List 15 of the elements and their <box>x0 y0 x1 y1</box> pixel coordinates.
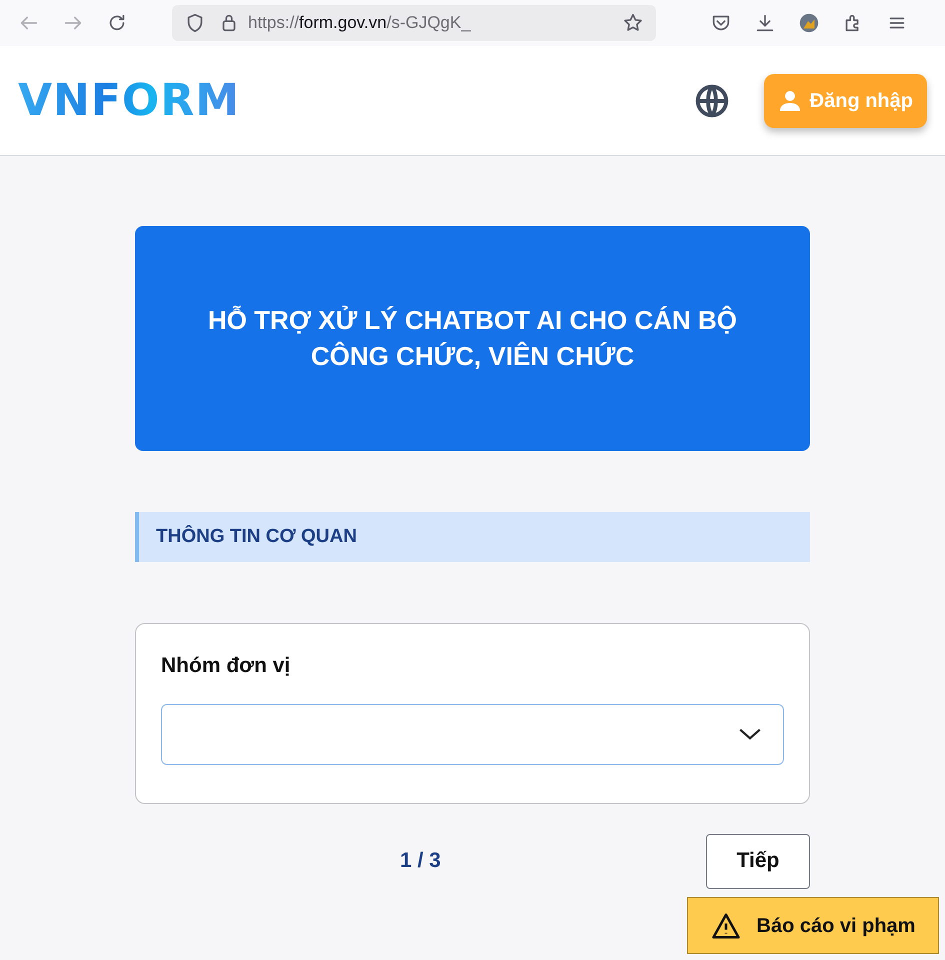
field-label: Nhóm đơn vị <box>161 653 292 679</box>
user-icon <box>778 88 802 112</box>
next-button[interactable]: Tiếp <box>706 834 810 888</box>
url-text: https://form.gov.vn/s-GJQgK_ <box>248 12 471 34</box>
report-button[interactable]: Báo cáo vi phạm <box>687 897 939 954</box>
globe-icon[interactable] <box>694 82 730 118</box>
select-field[interactable] <box>161 704 784 764</box>
banner-title: HỖ TRỢ XỬ LÝ CHATBOT AI CHO CÁN BỘ CÔNG CHỨC, VIÊN CHỨC <box>206 304 738 372</box>
profile-avatar-icon[interactable] <box>798 12 820 34</box>
page-indicator: 1 / 3 <box>400 848 441 874</box>
address-bar[interactable]: https://form.gov.vn/s-GJQgK_ <box>172 5 656 41</box>
star-icon[interactable] <box>622 12 644 34</box>
warning-icon <box>710 910 741 940</box>
download-icon[interactable] <box>754 12 776 34</box>
section-title: THÔNG TIN CƠ QUAN <box>156 524 357 549</box>
